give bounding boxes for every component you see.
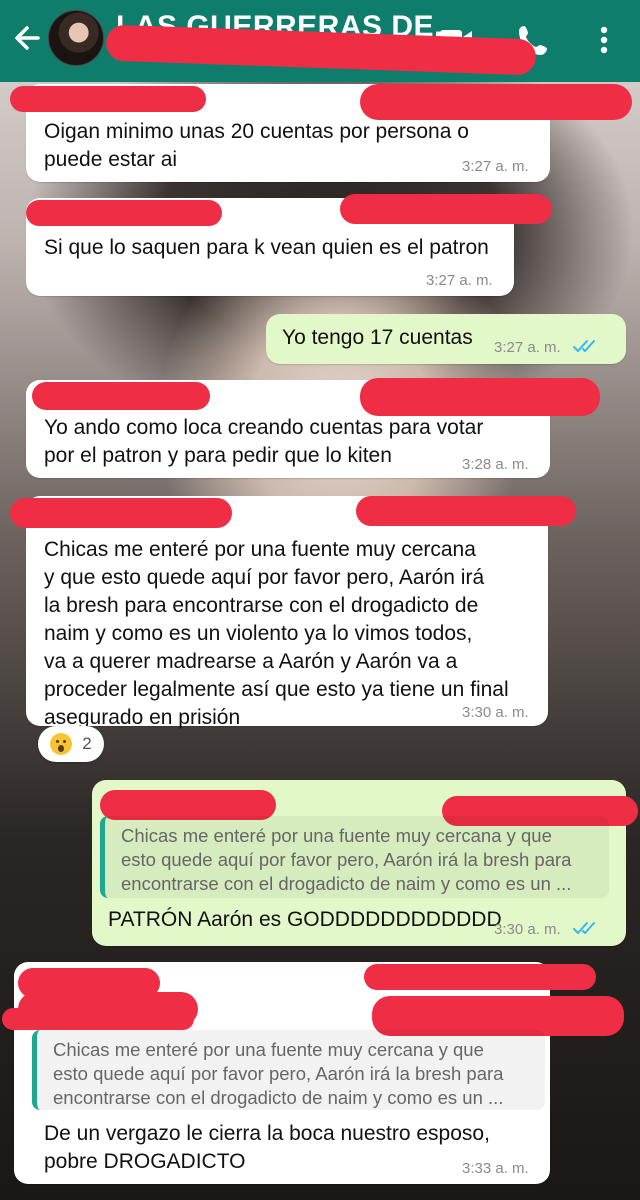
quoted-message-text: Chicas me enteré por una fuente muy cerc… bbox=[121, 825, 572, 894]
redaction-mark bbox=[364, 964, 596, 990]
read-receipt-icon bbox=[572, 920, 599, 940]
message-text: PATRÓN Aarón es GODDDDDDDDDDDD bbox=[108, 908, 502, 931]
redaction-mark bbox=[356, 496, 576, 526]
astonished-face-icon bbox=[50, 733, 73, 755]
redaction-mark bbox=[360, 378, 600, 416]
message-time-label: 3:30 a. m. bbox=[494, 920, 561, 938]
message-time-label: 3:27 a. m. bbox=[494, 338, 561, 356]
message-text: Yo tengo 17 cuentas bbox=[282, 326, 473, 349]
message-text: Yo ando como loca creando cuentas para v… bbox=[44, 416, 484, 467]
quoted-message[interactable]: Chicas me enteré por una fuente muy cerc… bbox=[32, 1030, 545, 1110]
redaction-mark bbox=[340, 194, 552, 224]
quoted-message-text: Chicas me enteré por una fuente muy cerc… bbox=[53, 1039, 504, 1108]
message-text: De un vergazo le cierra la boca nuestro … bbox=[44, 1122, 490, 1173]
message-text: Oigan minimo unas 20 cuentas por persona… bbox=[44, 120, 469, 171]
message-time: 3:27 a. m. bbox=[494, 338, 599, 358]
redaction-mark bbox=[2, 1008, 194, 1030]
reaction-count: 2 bbox=[82, 734, 92, 753]
avatar[interactable] bbox=[48, 10, 104, 66]
message-time: 3:33 a. m. bbox=[462, 1160, 529, 1177]
message-time: 3:27 a. m. bbox=[426, 272, 493, 289]
redaction-mark bbox=[10, 498, 232, 528]
back-arrow-icon[interactable] bbox=[8, 18, 48, 58]
read-receipt-icon bbox=[572, 338, 599, 358]
message-text: Chicas me enteré por una fuente muy cerc… bbox=[44, 538, 509, 729]
more-vert-icon[interactable] bbox=[584, 20, 624, 60]
redaction-mark bbox=[10, 86, 206, 112]
redaction-mark bbox=[360, 84, 632, 120]
reaction-badge[interactable]: 2 bbox=[38, 726, 104, 762]
message-text: Si que lo saquen para k vean quien es el… bbox=[44, 236, 489, 259]
redaction-mark bbox=[26, 200, 222, 226]
quoted-message[interactable]: Chicas me enteré por una fuente muy cerc… bbox=[100, 816, 609, 898]
message-time: 3:30 a. m. bbox=[494, 920, 599, 940]
message-time: 3:27 a. m. bbox=[462, 158, 529, 175]
message-time: 3:28 a. m. bbox=[462, 456, 529, 473]
redaction-mark bbox=[32, 382, 210, 410]
message-time: 3:30 a. m. bbox=[462, 704, 529, 721]
